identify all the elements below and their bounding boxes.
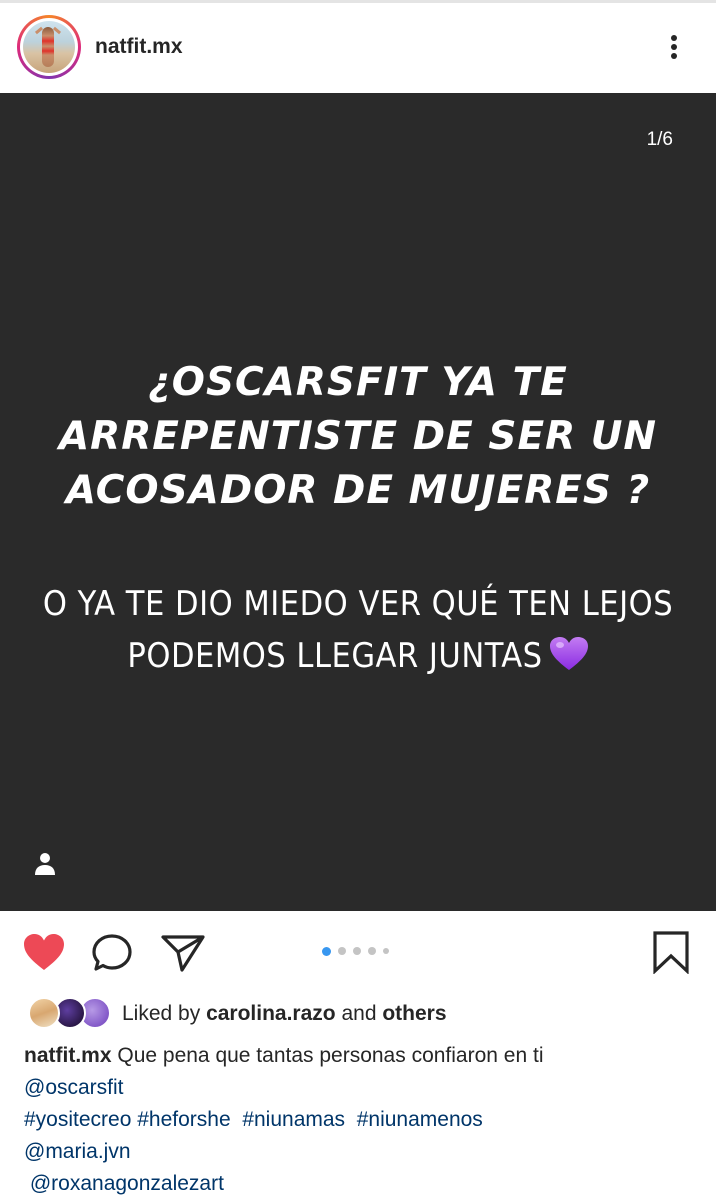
hashtag-link[interactable]: #niunamas — [242, 1108, 345, 1131]
bookmark-icon[interactable] — [652, 930, 690, 974]
post-actions-bar — [0, 911, 716, 996]
purple-heart-emoji-icon — [549, 636, 588, 670]
carousel-dot — [368, 947, 376, 955]
post-header: natfit.mx — [0, 3, 716, 93]
carousel-dot — [353, 947, 361, 955]
likes-text: Liked by carolina.razo and others — [122, 1002, 447, 1026]
hashtag-link[interactable]: #niunamenos — [357, 1108, 483, 1131]
post-username[interactable]: natfit.mx — [95, 35, 183, 59]
carousel-indicator — [322, 945, 389, 957]
share-icon[interactable] — [160, 933, 206, 973]
likes-others-link[interactable]: others — [382, 1002, 446, 1025]
carousel-dot — [383, 948, 389, 954]
carousel-counter: 1/6 — [646, 129, 673, 150]
user-icon[interactable] — [33, 851, 57, 877]
post-image[interactable]: 1/6 ¿OSCARSFIT YA TE ARREPENTISTE DE SER… — [0, 93, 716, 911]
likes-and: and — [341, 1002, 377, 1025]
comment-icon[interactable] — [92, 933, 134, 973]
mention-link[interactable]: @roxanagonzalezart — [30, 1172, 224, 1195]
hashtag-link[interactable]: #heforshe — [137, 1108, 230, 1131]
post-headline: ¿OSCARSFIT YA TE ARREPENTISTE DE SER UN … — [58, 360, 657, 513]
liker-avatar[interactable] — [28, 997, 60, 1029]
caption-username[interactable]: natfit.mx — [24, 1044, 112, 1067]
mention-link[interactable]: @maria.jvn — [24, 1140, 131, 1163]
post-subline: O YA TE DIO MIEDO VER QUÉ TEN LEJOS PODE… — [20, 578, 696, 682]
avatar-photo — [23, 21, 75, 73]
likes-row: Liked by carolina.razo and others — [24, 993, 704, 1033]
profile-avatar[interactable] — [17, 15, 81, 79]
heart-filled-icon[interactable] — [22, 932, 66, 972]
liker-username[interactable]: carolina.razo — [206, 1002, 336, 1025]
hashtag-link[interactable]: #yositecreo — [24, 1108, 131, 1131]
more-options-icon[interactable] — [662, 29, 686, 65]
carousel-dot-active — [322, 946, 331, 956]
post-caption: natfit.mx Que pena que tantas personas c… — [24, 1040, 704, 1200]
carousel-dot — [338, 947, 346, 955]
mention-link[interactable]: @oscarsfit — [24, 1076, 124, 1099]
caption-text: Que pena que tantas personas confiaron e… — [117, 1044, 544, 1067]
likes-prefix: Liked by — [122, 1002, 201, 1025]
